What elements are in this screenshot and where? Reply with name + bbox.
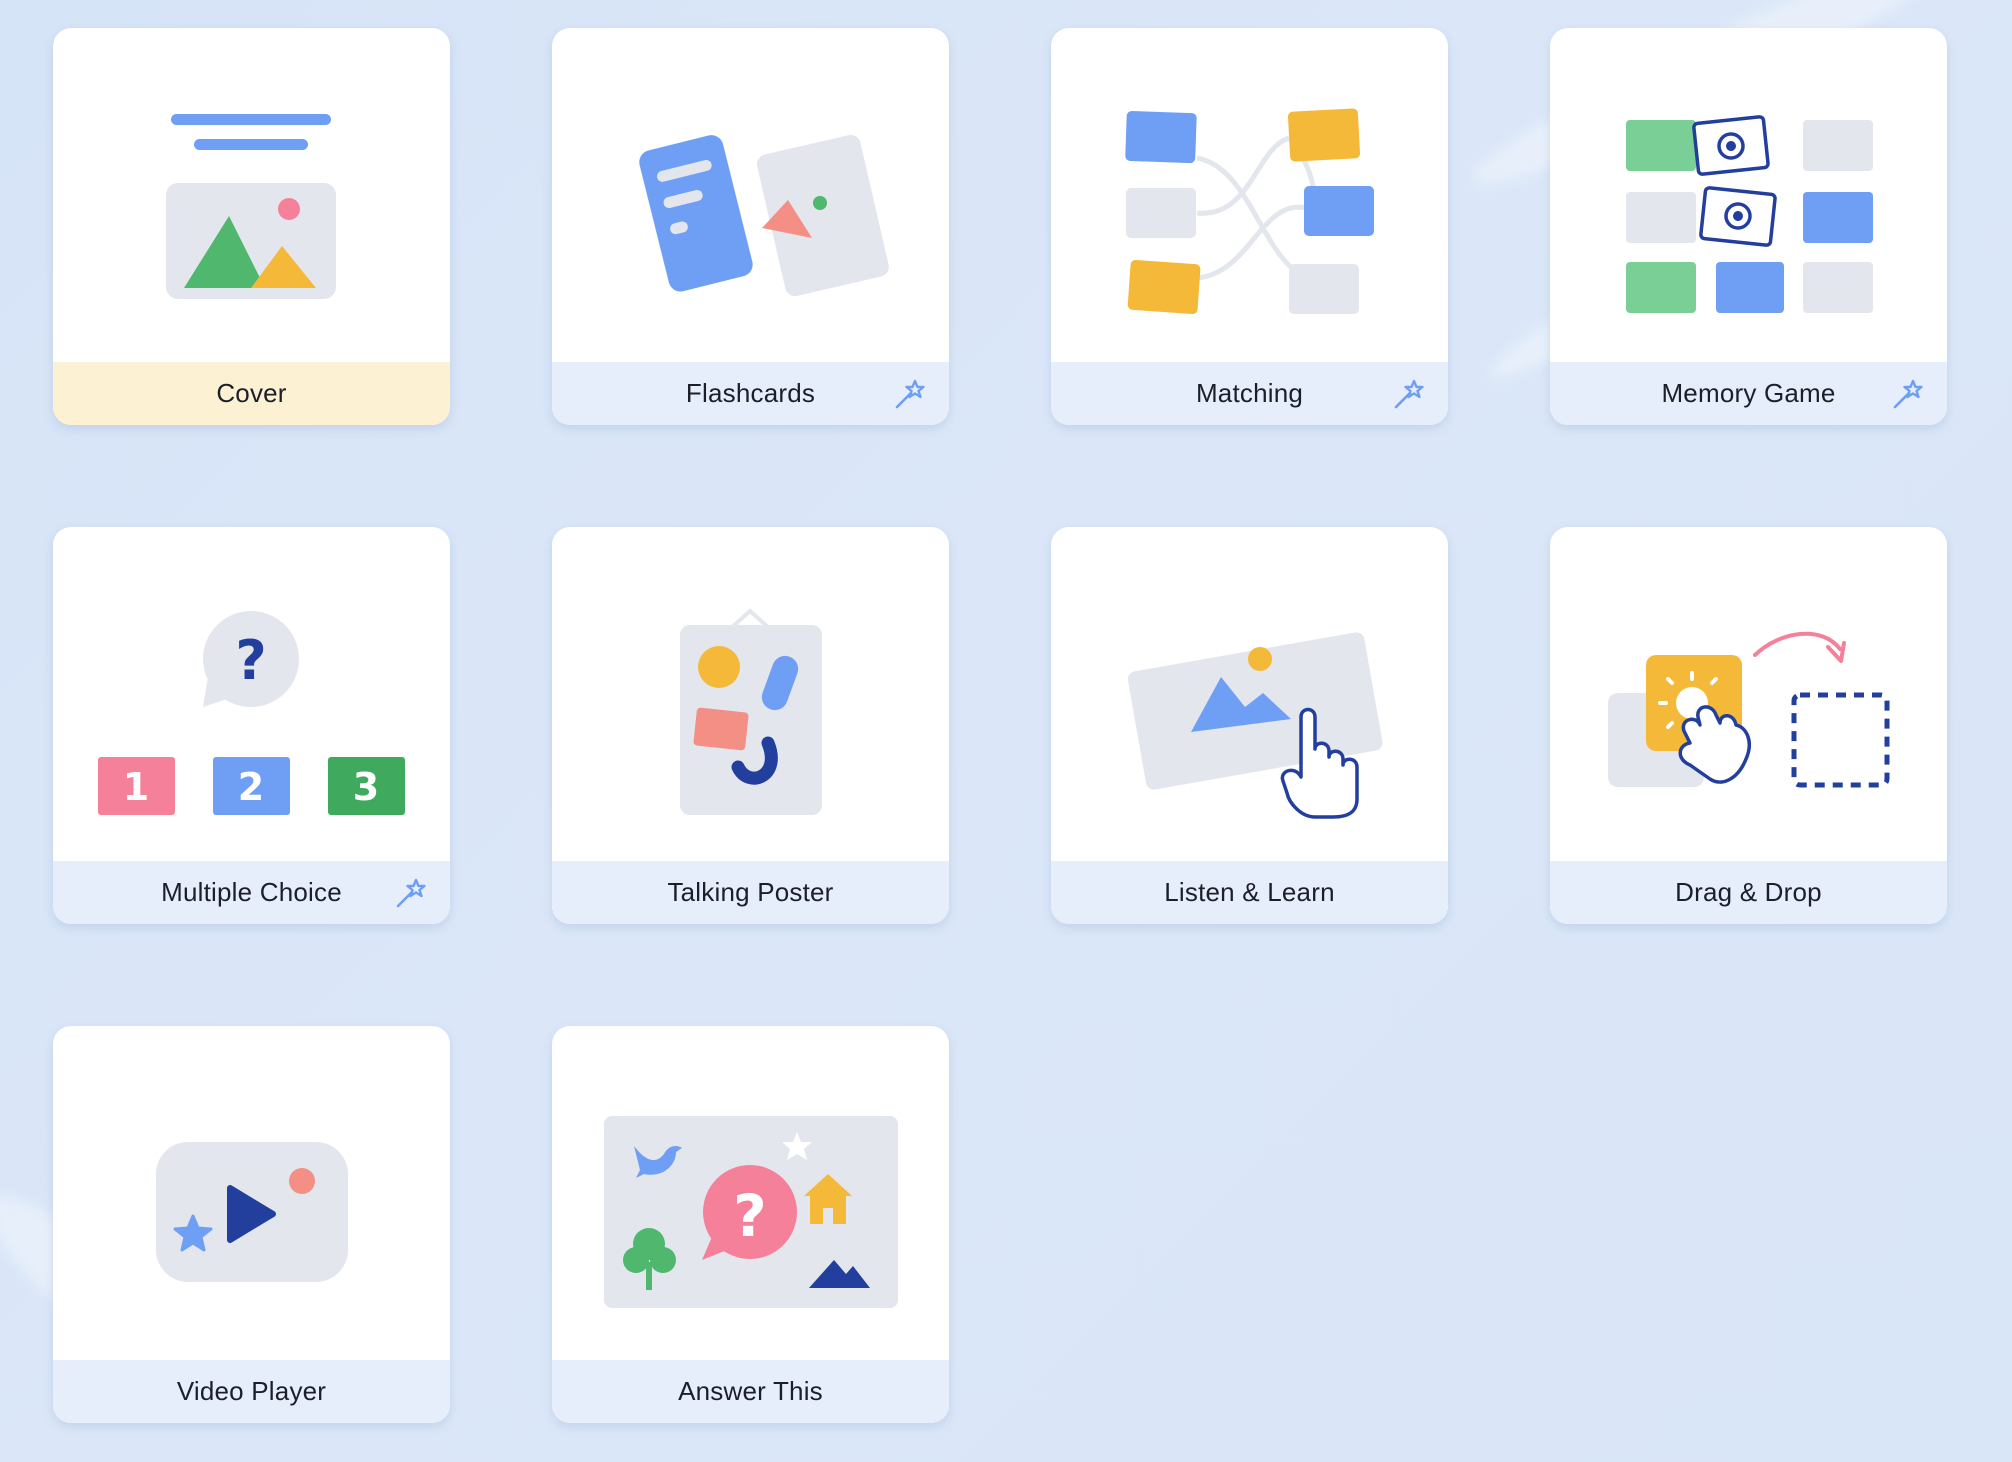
drag-drop-illustration xyxy=(1550,527,1947,861)
cover-illustration xyxy=(53,28,450,362)
answer-this-illustration: ? xyxy=(552,1026,949,1360)
memory-game-illustration xyxy=(1550,28,1947,362)
card-footer: Cover xyxy=(53,362,450,425)
magic-wand-icon[interactable] xyxy=(1390,376,1426,412)
card-footer: Matching xyxy=(1051,362,1448,425)
card-label: Video Player xyxy=(176,1376,327,1406)
card-footer: Talking Poster xyxy=(552,861,949,924)
magic-wand-icon[interactable] xyxy=(1889,376,1925,412)
card-footer: Memory Game xyxy=(1550,362,1947,425)
listen-learn-illustration xyxy=(1051,527,1448,861)
card-label: Drag & Drop xyxy=(1675,877,1822,907)
template-card-listen-learn[interactable]: Listen & Learn xyxy=(1051,527,1448,924)
magic-wand-icon[interactable] xyxy=(392,875,428,911)
card-label: Answer This xyxy=(678,1376,823,1406)
video-player-illustration xyxy=(53,1026,450,1360)
question-mark: ? xyxy=(733,1182,767,1250)
card-label: Flashcards xyxy=(685,378,816,408)
card-footer: Drag & Drop xyxy=(1550,861,1947,924)
card-footer: Flashcards xyxy=(552,362,949,425)
template-card-flashcards[interactable]: Flashcards xyxy=(552,28,949,425)
template-card-talking-poster[interactable]: Talking Poster xyxy=(552,527,949,924)
option-2: 2 xyxy=(238,765,264,809)
card-footer: Video Player xyxy=(53,1360,450,1423)
card-label: Talking Poster xyxy=(667,877,834,907)
template-card-memory-game[interactable]: Memory Game xyxy=(1550,28,1947,425)
option-3: 3 xyxy=(353,765,379,809)
template-card-matching[interactable]: Matching xyxy=(1051,28,1448,425)
matching-illustration xyxy=(1051,28,1448,362)
template-card-drag-drop[interactable]: Drag & Drop xyxy=(1550,527,1947,924)
template-card-multiple-choice[interactable]: ? 1 2 3 Multiple Choice xyxy=(53,527,450,924)
template-card-video-player[interactable]: Video Player xyxy=(53,1026,450,1423)
flashcards-illustration xyxy=(552,28,949,362)
option-1: 1 xyxy=(123,765,149,809)
talking-poster-illustration xyxy=(552,527,949,861)
card-label: Memory Game xyxy=(1661,378,1836,408)
magic-wand-icon[interactable] xyxy=(891,376,927,412)
card-footer: Listen & Learn xyxy=(1051,861,1448,924)
card-label: Cover xyxy=(216,378,287,408)
card-footer: Multiple Choice xyxy=(53,861,450,924)
card-label: Matching xyxy=(1195,378,1304,408)
card-label: Multiple Choice xyxy=(161,877,342,907)
template-card-cover[interactable]: Cover xyxy=(53,28,450,425)
multiple-choice-illustration: ? 1 2 3 xyxy=(53,527,450,861)
question-mark: ? xyxy=(235,629,266,692)
card-footer: Answer This xyxy=(552,1360,949,1423)
template-grid: Cover Flashcards Matching Memory Game ? … xyxy=(0,0,2012,1462)
card-label: Listen & Learn xyxy=(1164,877,1335,907)
template-card-answer-this[interactable]: ? Answer This xyxy=(552,1026,949,1423)
